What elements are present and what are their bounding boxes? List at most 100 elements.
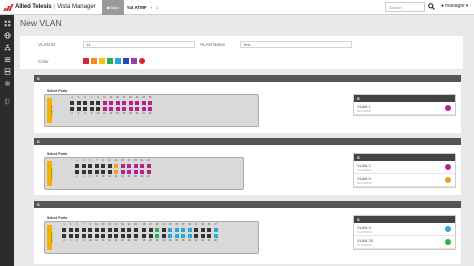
port[interactable] — [83, 107, 87, 111]
sidebar-item-globe[interactable] — [0, 29, 14, 41]
port[interactable] — [101, 170, 105, 174]
port[interactable] — [115, 101, 120, 105]
port[interactable] — [194, 228, 198, 232]
port[interactable] — [155, 234, 159, 238]
port[interactable] — [213, 228, 218, 232]
port[interactable] — [115, 107, 120, 111]
vlan-list-item[interactable]: VLAN 20 VLAN0020 — [354, 236, 455, 249]
port[interactable] — [120, 234, 125, 238]
port[interactable] — [142, 234, 146, 238]
port[interactable] — [133, 170, 138, 174]
sidebar-item-server[interactable] — [0, 65, 14, 77]
port[interactable] — [89, 101, 94, 105]
port[interactable] — [94, 228, 99, 232]
search-icon[interactable] — [428, 3, 435, 10]
port[interactable] — [81, 234, 86, 238]
color-swatch[interactable] — [131, 58, 137, 64]
port[interactable] — [141, 107, 146, 111]
color-swatch[interactable] — [107, 58, 113, 64]
port[interactable] — [88, 170, 92, 174]
port[interactable] — [120, 228, 125, 232]
port[interactable] — [107, 234, 112, 238]
port[interactable] — [68, 228, 73, 232]
port[interactable] — [120, 164, 125, 168]
port[interactable] — [83, 101, 87, 105]
vlan-id-input[interactable]: 44 — [83, 41, 195, 48]
vlan-list-item[interactable]: VLAN 5 VLAN0005 — [354, 174, 455, 187]
port[interactable] — [213, 234, 218, 238]
port[interactable] — [141, 101, 146, 105]
port[interactable] — [81, 228, 86, 232]
port[interactable] — [109, 107, 113, 111]
vlan-name-input[interactable]: Test — [240, 41, 352, 48]
port[interactable] — [107, 164, 112, 168]
vlan-list-item[interactable]: VLAN 2 VLAN0002 — [354, 161, 455, 174]
port[interactable] — [114, 170, 118, 174]
port[interactable] — [133, 164, 138, 168]
port[interactable] — [75, 228, 79, 232]
port[interactable] — [187, 228, 192, 232]
port[interactable] — [122, 101, 126, 105]
port[interactable] — [161, 234, 166, 238]
port[interactable] — [76, 101, 81, 105]
port[interactable] — [102, 107, 107, 111]
port[interactable] — [148, 234, 153, 238]
port[interactable] — [107, 170, 112, 174]
color-swatch[interactable] — [91, 58, 97, 64]
port[interactable] — [75, 170, 79, 174]
port[interactable] — [114, 234, 118, 238]
port[interactable] — [101, 234, 105, 238]
breadcrumb-device[interactable]: Yat ATMF — [127, 5, 147, 10]
port[interactable] — [135, 107, 139, 111]
port[interactable] — [148, 101, 152, 105]
port[interactable] — [207, 228, 211, 232]
port[interactable] — [194, 234, 198, 238]
port[interactable] — [70, 107, 74, 111]
port[interactable] — [88, 234, 92, 238]
port[interactable] — [140, 170, 144, 174]
sidebar-item-network[interactable] — [0, 41, 14, 53]
color-swatch[interactable] — [83, 58, 89, 64]
no-color-icon[interactable] — [139, 58, 145, 71]
color-swatch[interactable] — [115, 58, 121, 64]
port[interactable] — [187, 234, 192, 238]
port[interactable] — [174, 234, 179, 238]
port[interactable] — [120, 170, 125, 174]
port[interactable] — [88, 164, 92, 168]
port[interactable] — [127, 228, 131, 232]
port[interactable] — [94, 164, 99, 168]
user-menu[interactable]: ● manager ▾ — [441, 3, 468, 9]
port[interactable] — [96, 107, 100, 111]
port[interactable] — [148, 107, 152, 111]
port[interactable] — [161, 228, 166, 232]
port[interactable] — [94, 234, 99, 238]
port[interactable] — [96, 101, 100, 105]
vlan-list-item[interactable]: VLAN 1 VLAN0001 — [354, 102, 455, 115]
port[interactable] — [142, 228, 146, 232]
port[interactable] — [128, 107, 133, 111]
sidebar-item-book[interactable] — [0, 95, 14, 107]
port[interactable] — [207, 234, 211, 238]
color-swatch[interactable] — [99, 58, 105, 64]
sidebar-item-list[interactable] — [0, 53, 14, 65]
port[interactable] — [200, 234, 205, 238]
port[interactable] — [140, 164, 144, 168]
port[interactable] — [127, 164, 131, 168]
port[interactable] — [102, 101, 107, 105]
port[interactable] — [133, 234, 138, 238]
port[interactable] — [62, 234, 66, 238]
port[interactable] — [127, 170, 131, 174]
port[interactable] — [133, 228, 138, 232]
port[interactable] — [81, 170, 86, 174]
port[interactable] — [181, 234, 185, 238]
port[interactable] — [146, 170, 151, 174]
port[interactable] — [75, 164, 79, 168]
port[interactable] — [148, 228, 153, 232]
port[interactable] — [88, 228, 92, 232]
port[interactable] — [70, 101, 74, 105]
port[interactable] — [122, 107, 126, 111]
home-icon[interactable]: ⌂ — [156, 5, 159, 10]
port[interactable] — [135, 101, 139, 105]
port[interactable] — [101, 164, 105, 168]
port[interactable] — [168, 234, 172, 238]
